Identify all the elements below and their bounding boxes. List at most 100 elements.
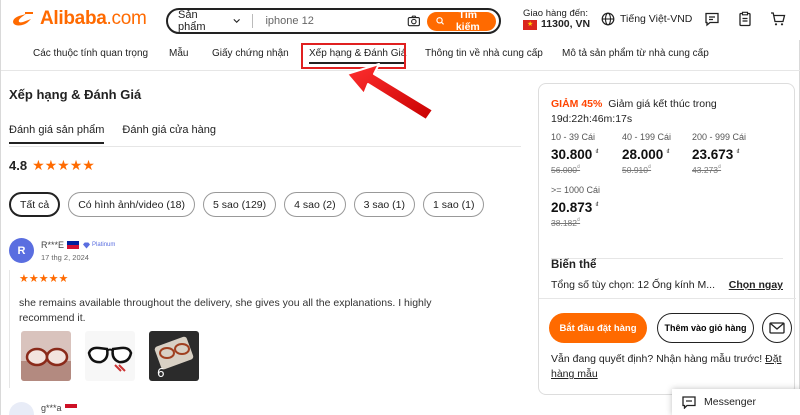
filter-5-star[interactable]: 5 sao (129) (203, 192, 277, 217)
tier-price: 20.873 ₫ (551, 200, 599, 215)
review-photo-1[interactable] (21, 331, 71, 381)
ship-to-address-row: 11300, VN (523, 19, 590, 30)
tier-quantity: 40 - 199 Cái (622, 132, 672, 142)
camera-icon[interactable] (407, 13, 421, 29)
review-photo-3[interactable]: 6 (149, 331, 199, 381)
tab-store-reviews[interactable]: Đánh giá cửa hàng (122, 124, 216, 144)
search-icon (436, 17, 445, 25)
platinum-badge: Platinum (82, 242, 115, 249)
nav-item-certificates[interactable]: Giấy chứng nhận (212, 48, 289, 59)
review-photo-2[interactable] (85, 331, 135, 381)
avatar: R (9, 238, 34, 263)
overall-rating: 4.8 ★★★★★ (9, 157, 95, 174)
discount-percent: GIẢM 45% (551, 98, 603, 110)
tier-quantity: >= 1000 Cái (551, 185, 601, 195)
tier-old-price: 56.000₫ (551, 165, 581, 175)
variant-summary: Tổng số tùy chọn: 12 Ống kính M... (551, 279, 716, 291)
diamond-icon (83, 242, 91, 248)
filter-all[interactable]: Tất cả (9, 192, 61, 217)
glasses-photo-icon: 6 (149, 331, 199, 381)
reviewer-name: g***a (41, 403, 62, 413)
price-tier: 40 - 199 Cái 28.000 ₫ 50.910₫ (622, 132, 692, 175)
messenger-widget[interactable]: Messenger (672, 389, 800, 415)
svg-text:6: 6 (157, 366, 165, 380)
indonesia-flag-icon (64, 404, 77, 412)
orders-icon[interactable] (737, 11, 753, 27)
logo-suffix: .com (106, 8, 147, 29)
ship-to[interactable]: Giao hàng đến: 11300, VN (523, 8, 590, 30)
countdown-timer: 19d:22h:46m:17s (551, 113, 633, 125)
reviewer-info: g***a (41, 403, 77, 413)
purchase-panel: GIẢM 45% Giảm giá kết thúc trong 19d:22h… (538, 83, 796, 395)
nav-item-key-attributes[interactable]: Các thuộc tính quan trọng (33, 48, 148, 59)
sample-order-text: Vẫn đang quyết định? Nhận hàng mẫu trước… (551, 352, 789, 382)
tier-quantity: 200 - 999 Cái (692, 132, 747, 142)
rating-stars-icon: ★★★★★ (32, 157, 95, 173)
search-bar: Sản phẩm Tìm kiếm (166, 8, 501, 34)
reviews-tabs: Đánh giá sản phẩm Đánh giá cửa hàng (9, 124, 216, 144)
platinum-badge-label: Platinum (92, 242, 116, 248)
glasses-photo-icon (85, 331, 135, 381)
reviewer-info: R***E Platinum (41, 240, 115, 250)
search-input[interactable] (265, 15, 408, 27)
tier-old-price: 43.273₫ (692, 165, 722, 175)
tab-product-reviews[interactable]: Đánh giá sản phẩm (9, 124, 105, 144)
cart-icon[interactable] (770, 11, 786, 27)
price-tier: 10 - 39 Cái 30.800 ₫ 56.000₫ (551, 132, 621, 175)
top-header: Alibaba.com Sản phẩm Tìm kiếm Giao hàng … (1, 0, 800, 40)
search-button-label: Tìm kiếm (455, 9, 480, 33)
nav-item-samples[interactable]: Mẫu (169, 48, 188, 59)
variant-title: Biến thể (551, 259, 597, 271)
messenger-icon (682, 395, 696, 409)
reviewer-name: R***E (41, 240, 65, 250)
nav-item-supplier-info[interactable]: Thông tin về nhà cung cấp (425, 48, 543, 59)
add-to-cart-button[interactable]: Thêm vào giỏ hàng (657, 313, 754, 343)
filter-with-media[interactable]: Có hình ảnh/video (18) (68, 192, 196, 217)
mail-icon (769, 322, 785, 334)
filter-1-star[interactable]: 1 sao (1) (423, 192, 485, 217)
discount-ends-text: Giảm giá kết thúc trong (608, 98, 717, 110)
search-button[interactable]: Tìm kiếm (427, 9, 496, 33)
sample-prompt: Vẫn đang quyết định? Nhận hàng mẫu trước… (551, 353, 763, 365)
filter-4-star[interactable]: 4 sao (2) (284, 192, 346, 217)
tabs-divider (9, 146, 521, 147)
price-tier: >= 1000 Cái 20.873 ₫ 38.182₫ (551, 185, 621, 228)
language-label: Tiếng Việt-VND (620, 13, 693, 25)
discount-banner: GIẢM 45% Giảm giá kết thúc trong 19d:22h… (551, 97, 781, 127)
logo-text: Alibaba (40, 8, 107, 29)
alibaba-logo[interactable]: Alibaba .com (11, 8, 147, 30)
tier-price: 23.673 ₫ (692, 147, 740, 162)
review-date: 17 thg 2, 2024 (41, 253, 89, 262)
vietnam-flag-icon (523, 19, 537, 30)
chevron-down-icon (233, 18, 241, 24)
nav-item-product-description[interactable]: Mô tả sản phẩm từ nhà cung cấp (562, 48, 709, 59)
review-filters: Tất cả Có hình ảnh/video (18) 5 sao (129… (9, 192, 485, 217)
ship-to-address: 11300, VN (541, 18, 591, 30)
panel-divider (539, 298, 796, 299)
tier-quantity: 10 - 39 Cái (551, 132, 596, 142)
tier-price: 28.000 ₫ (622, 147, 670, 162)
rating-value: 4.8 (9, 158, 28, 173)
search-category-label: Sản phẩm (178, 9, 206, 33)
globe-icon (601, 12, 615, 26)
price-tier: 200 - 999 Cái 23.673 ₫ 43.273₫ (692, 132, 762, 175)
language-selector[interactable]: Tiếng Việt-VND (601, 12, 692, 26)
start-order-button[interactable]: Bắt đầu đặt hàng (549, 313, 647, 343)
tier-old-price: 50.910₫ (622, 165, 652, 175)
filter-3-star[interactable]: 3 sao (1) (353, 192, 416, 217)
search-category-select[interactable]: Sản phẩm (178, 9, 254, 33)
select-variant-link[interactable]: Chọn ngay (729, 279, 783, 291)
tier-old-price: 38.182₫ (551, 218, 581, 228)
haiti-flag-icon (67, 241, 80, 249)
message-icon[interactable] (704, 11, 720, 27)
review-divider (9, 270, 10, 388)
variant-row: Tổng số tùy chọn: 12 Ống kính M... Chọn … (551, 279, 783, 291)
tier-price: 30.800 ₫ (551, 147, 599, 162)
alibaba-logo-icon (13, 12, 33, 26)
annotation-arrow-icon (346, 63, 434, 121)
messenger-label: Messenger (704, 396, 756, 408)
review-text: she remains available throughout the del… (19, 297, 432, 324)
chat-button[interactable] (762, 313, 792, 343)
avatar (9, 402, 34, 415)
reviews-section-title: Xếp hạng & Đánh Giá (9, 87, 142, 102)
